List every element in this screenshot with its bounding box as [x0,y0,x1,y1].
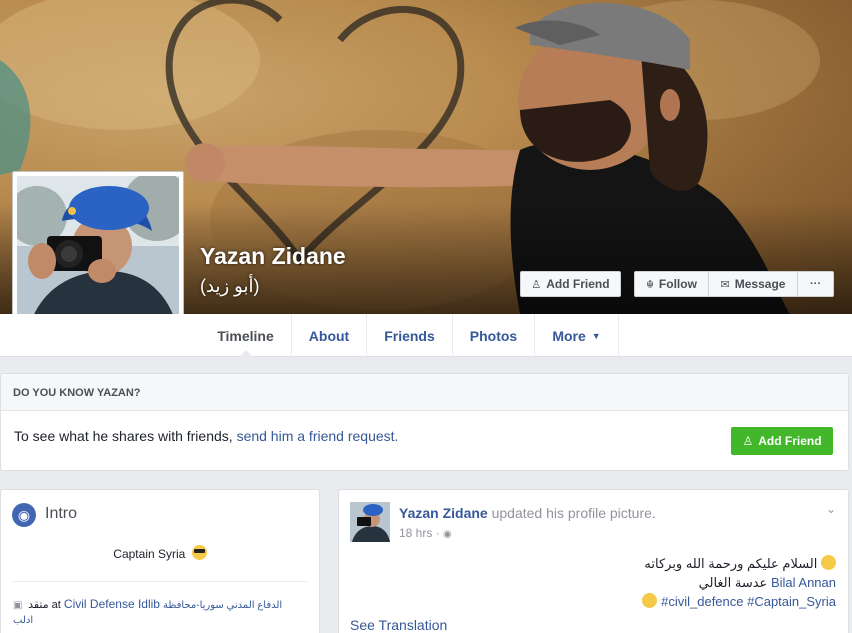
caret-down-icon: ▼ [591,330,601,341]
profile-tab-bar: Timeline About Friends Photos More ▼ [0,314,852,357]
do-you-know-heading: DO YOU KNOW YAZAN? [1,374,848,411]
work-link[interactable]: Civil Defense Idlib [64,597,160,611]
intro-bio: Captain Syria [1,545,319,561]
intro-work-item: ▣ متقد at Civil Defense Idlib الدفاع الم… [13,597,309,628]
post-greeting: السلام عليكم ورحمة الله وبركاته [644,556,818,571]
post-body: السلام عليكم ورحمة الله وبركاته عدسة الغ… [642,554,836,611]
work-prefix: متقد at [28,599,61,611]
add-friend-button[interactable]: ♙ Add Friend [520,271,621,297]
post-line-1: السلام عليكم ورحمة الله وبركاته [642,554,836,573]
follow-label: Follow [658,277,697,291]
post-hashtags[interactable]: #civil_defence #Captain_Syria [661,594,836,609]
tab-more[interactable]: More ▼ [535,314,619,357]
post-timestamp[interactable]: 18 hrs [399,526,432,540]
post-avatar-illustration [350,502,390,542]
do-you-know-message: To see what he shares with friends, [14,428,237,444]
message-button[interactable]: ✉ Message [708,271,798,297]
post-author-link[interactable]: Yazan Zidane [399,505,488,521]
bilal-annan-link[interactable]: Bilal Annan [771,575,836,590]
profile-photo-illustration [17,176,179,336]
intro-card: ◉ Intro Captain Syria ▣ متقد at Civil De… [0,489,320,633]
see-translation-link[interactable]: See Translation [350,617,447,633]
profile-alternate-name: (أبو زيد) [200,276,260,296]
tab-about[interactable]: About [292,314,367,357]
post-avatar[interactable] [350,502,390,542]
post-meta: 18 hrs · ◉ [399,526,452,540]
intro-bio-text: Captain Syria [113,547,186,561]
do-you-know-text: To see what he shares with friends, send… [14,428,398,444]
work-arabic-link[interactable]: الدفاع المدني سوريا-محافظة [163,600,282,611]
tab-timeline-label: Timeline [217,327,274,344]
send-friend-request-link[interactable]: send him a friend request. [237,428,399,444]
more-options-button[interactable]: ··· [797,271,834,297]
winking-emoji-icon [642,593,658,608]
do-you-know-card: DO YOU KNOW YAZAN? To see what he shares… [0,373,849,471]
intro-divider [13,581,307,582]
message-icon: ✉ [720,278,730,291]
add-friend-label: Add Friend [546,277,610,291]
sunglasses-emoji-icon [191,545,207,560]
post-line-3: #civil_defence #Captain_Syria [642,592,836,611]
tab-photos[interactable]: Photos [453,314,535,357]
profile-name[interactable]: Yazan Zidane [200,243,346,270]
public-globe-icon: ◉ [443,529,452,540]
briefcase-icon: ▣ [13,600,23,611]
intro-title: Intro [45,505,78,522]
post-credit-text: عدسة الغالي [698,575,768,590]
add-friend-green-button[interactable]: ♙ Add Friend [731,427,833,455]
post-header: Yazan Zidane updated his profile picture… [399,505,656,521]
tab-about-label: About [308,327,350,344]
message-label: Message [734,277,786,291]
rss-icon: ☬ [646,278,654,291]
add-friend-icon: ♙ [531,278,542,291]
follow-button[interactable]: ☬ Follow [634,271,709,297]
globe-icon: ◉ [12,503,36,527]
post-line-2: عدسة الغالي Bilal Annan [642,573,836,592]
post-card: Yazan Zidane updated his profile picture… [338,489,849,633]
more-options-icon: ··· [810,278,821,290]
post-action-text: updated his profile picture. [491,505,656,521]
work-arabic-link-cont[interactable]: ادلب [13,615,33,626]
tab-photos-label: Photos [469,327,518,344]
tab-timeline[interactable]: Timeline [200,314,292,357]
tab-friends[interactable]: Friends [367,314,453,357]
tab-more-label: More [552,327,586,344]
tab-friends-label: Friends [384,327,435,344]
add-friend-icon: ♙ [742,434,754,448]
post-options-chevron-icon[interactable]: ⌄ [826,502,836,516]
add-friend-green-label: Add Friend [758,434,822,448]
grinning-emoji-icon [821,555,836,570]
